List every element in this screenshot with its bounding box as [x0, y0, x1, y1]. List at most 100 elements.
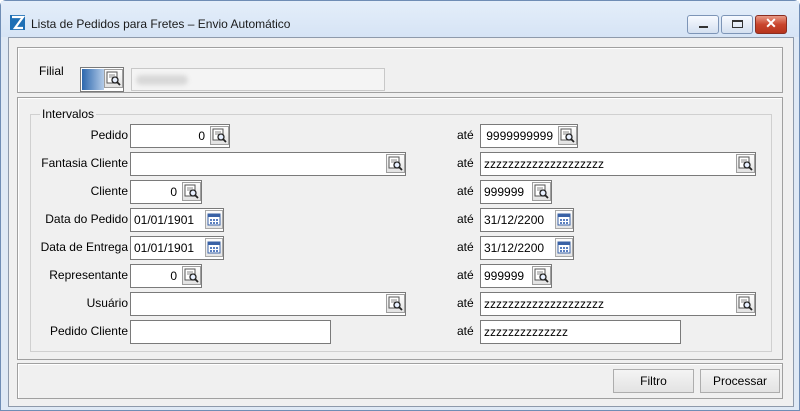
cliente-label: Cliente	[90, 184, 128, 198]
calendar-icon	[557, 213, 571, 226]
intervals-group-title: Intervalos	[40, 107, 97, 121]
data-entrega-from-value: 01/01/1901	[134, 241, 195, 255]
lookup-icon	[388, 296, 403, 311]
close-button[interactable]: ✕	[755, 15, 787, 34]
pedido-to-lookup-button[interactable]	[558, 126, 577, 145]
cliente-to-value: 999999	[484, 185, 525, 199]
cliente-to-field[interactable]: 999999	[480, 180, 552, 204]
fantasia-cliente-from-lookup-button[interactable]	[386, 154, 405, 173]
filtro-button-label: Filtro	[640, 374, 667, 388]
usuario-to-field[interactable]: zzzzzzzzzzzzzzzzzzzz	[480, 292, 756, 316]
calendar-icon	[557, 241, 571, 254]
lookup-icon	[212, 128, 227, 143]
usuario-label: Usuário	[86, 296, 128, 310]
representante-from-lookup-button[interactable]	[182, 266, 201, 285]
representante-label: Representante	[49, 268, 128, 282]
representante-from-value: 0	[170, 269, 177, 283]
data-pedido-from-field[interactable]: 01/01/1901	[130, 208, 224, 232]
lookup-icon	[184, 184, 199, 199]
pedido-from-field[interactable]: 0	[130, 124, 230, 148]
close-icon: ✕	[765, 15, 777, 31]
data-pedido-to-field[interactable]: 31/12/2200	[480, 208, 574, 232]
representante-to-lookup-button[interactable]	[532, 266, 551, 285]
app-window: Lista de Pedidos para Fretes – Envio Aut…	[0, 0, 800, 411]
fantasia-cliente-to-value: zzzzzzzzzzzzzzzzzzzz	[484, 157, 604, 171]
client-area: Filial Intervalos Pedido 0 até 999999999…	[8, 37, 794, 407]
fantasia-cliente-from-field[interactable]	[130, 152, 406, 176]
lookup-icon	[388, 156, 403, 171]
lookup-icon	[106, 71, 121, 86]
data-entrega-to-field[interactable]: 31/12/2200	[480, 236, 574, 260]
data-entrega-from-field[interactable]: 01/01/1901	[130, 236, 224, 260]
fantasia-cliente-ate-label: até	[457, 156, 474, 170]
representante-to-field[interactable]: 999999	[480, 264, 552, 288]
cliente-from-lookup-button[interactable]	[182, 182, 201, 201]
processar-button-label: Processar	[712, 374, 768, 388]
data-pedido-label: Data do Pedido	[45, 212, 128, 226]
usuario-to-lookup-button[interactable]	[736, 294, 755, 313]
representante-ate-label: até	[457, 268, 474, 282]
fantasia-cliente-to-field[interactable]: zzzzzzzzzzzzzzzzzzzz	[480, 152, 756, 176]
minimize-icon	[699, 26, 708, 28]
usuario-from-lookup-button[interactable]	[386, 294, 405, 313]
pedido-to-value: 9999999999	[486, 129, 553, 143]
filial-code-field[interactable]	[80, 67, 124, 92]
lookup-icon	[560, 128, 575, 143]
pedido-ate-label: até	[457, 128, 474, 142]
actions-panel: Filtro Processar	[17, 363, 783, 399]
filial-label: Filial	[39, 64, 64, 78]
maximize-icon	[732, 20, 743, 28]
lookup-icon	[738, 296, 753, 311]
pedido-cliente-from-field[interactable]	[130, 320, 331, 344]
minimize-button[interactable]	[687, 15, 719, 34]
pedido-cliente-to-value: zzzzzzzzzzzzzz	[484, 325, 568, 339]
calendar-icon	[207, 213, 221, 226]
cliente-from-field[interactable]: 0	[130, 180, 202, 204]
filial-description-field	[131, 68, 385, 91]
data-entrega-label: Data de Entrega	[40, 240, 128, 254]
app-icon	[10, 15, 25, 30]
pedido-cliente-to-field[interactable]: zzzzzzzzzzzzzz	[480, 320, 681, 344]
fantasia-cliente-label: Fantasia Cliente	[41, 156, 128, 170]
cliente-to-lookup-button[interactable]	[532, 182, 551, 201]
fantasia-cliente-to-lookup-button[interactable]	[736, 154, 755, 173]
lookup-icon	[184, 268, 199, 283]
processar-button[interactable]: Processar	[700, 369, 780, 393]
filial-name-redacted	[136, 75, 188, 85]
usuario-to-value: zzzzzzzzzzzzzzzzzzzz	[484, 297, 604, 311]
lookup-icon	[738, 156, 753, 171]
cliente-from-value: 0	[170, 185, 177, 199]
calendar-icon	[207, 241, 221, 254]
data-pedido-to-calendar-button[interactable]	[555, 210, 573, 229]
window-title: Lista de Pedidos para Fretes – Envio Aut…	[31, 17, 291, 31]
filtro-button[interactable]: Filtro	[613, 369, 694, 393]
usuario-ate-label: até	[457, 296, 474, 310]
data-entrega-ate-label: até	[457, 240, 474, 254]
lookup-icon	[534, 184, 549, 199]
pedido-cliente-ate-label: até	[457, 324, 474, 338]
data-pedido-ate-label: até	[457, 212, 474, 226]
pedido-label: Pedido	[90, 128, 128, 142]
data-entrega-to-calendar-button[interactable]	[555, 238, 573, 257]
usuario-from-field[interactable]	[130, 292, 406, 316]
pedido-cliente-label: Pedido Cliente	[49, 324, 128, 338]
lookup-icon	[534, 268, 549, 283]
data-pedido-from-value: 01/01/1901	[134, 213, 195, 227]
intervals-group	[30, 114, 772, 352]
filial-lookup-button[interactable]	[104, 69, 123, 88]
maximize-button[interactable]	[721, 15, 753, 34]
cliente-ate-label: até	[457, 184, 474, 198]
data-pedido-from-calendar-button[interactable]	[205, 210, 223, 229]
data-pedido-to-value: 31/12/2200	[484, 213, 545, 227]
representante-from-field[interactable]: 0	[130, 264, 202, 288]
filial-code-value	[82, 69, 104, 90]
pedido-from-lookup-button[interactable]	[210, 126, 229, 145]
data-entrega-from-calendar-button[interactable]	[205, 238, 223, 257]
title-bar[interactable]: Lista de Pedidos para Fretes – Envio Aut…	[1, 1, 799, 37]
intervals-panel: Intervalos Pedido 0 até 9999999999 Fanta…	[17, 97, 783, 360]
pedido-from-value: 0	[198, 129, 205, 143]
representante-to-value: 999999	[484, 269, 525, 283]
data-entrega-to-value: 31/12/2200	[484, 241, 545, 255]
filial-panel: Filial	[17, 47, 783, 93]
pedido-to-field[interactable]: 9999999999	[480, 124, 578, 148]
